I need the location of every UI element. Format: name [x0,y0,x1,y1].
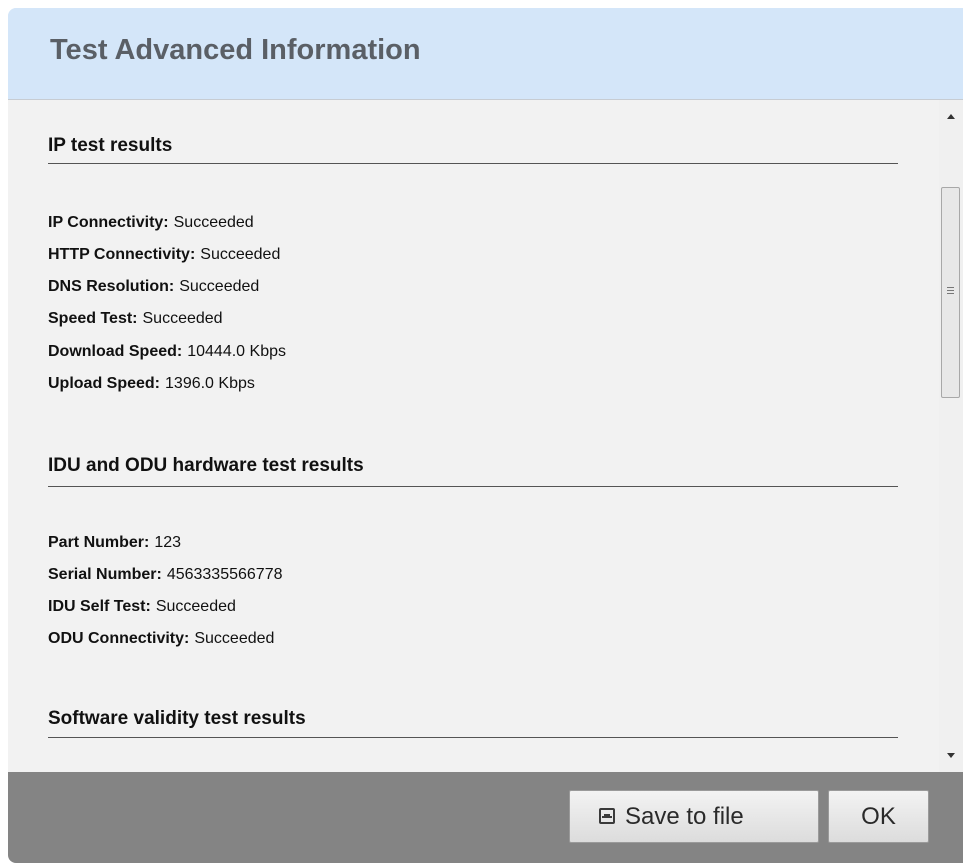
dialog-footer: Save to file OK [8,772,963,863]
ok-button[interactable]: OK [828,790,929,843]
result-row-part-number: Part Number: 123 [48,534,181,552]
result-value: 1396.0 Kbps [165,375,255,392]
result-label: Serial Number: [48,566,162,583]
result-row-dns-resolution: DNS Resolution: Succeeded [48,278,259,296]
result-row-upload-speed: Upload Speed: 1396.0 Kbps [48,375,255,393]
result-row-download-speed: Download Speed: 10444.0 Kbps [48,343,286,361]
section-divider [48,737,898,738]
section-title-software: Software validity test results [48,708,306,729]
result-label: DNS Resolution: [48,278,175,295]
dialog-content: IP test results IP Connectivity: Succeede… [8,100,963,772]
result-value: Succeeded [200,246,281,263]
result-row-idu-self-test: IDU Self Test: Succeeded [48,598,236,616]
software-section-header: Software validity test results [48,708,898,730]
hardware-section-header: IDU and ODU hardware test results [48,455,898,477]
ip-section-header: IP test results [48,135,898,157]
section-title-hardware: IDU and ODU hardware test results [48,455,364,476]
result-value: 10444.0 Kbps [187,343,286,360]
result-row-ip-connectivity: IP Connectivity: Succeeded [48,214,254,232]
save-icon [599,808,615,824]
result-value: Succeeded [155,598,236,615]
grip-line [947,290,954,291]
result-label: IDU Self Test: [48,598,151,615]
result-value: Succeeded [194,630,275,647]
save-to-file-button[interactable]: Save to file [569,790,819,843]
dialog-header: Test Advanced Information [8,8,963,100]
scrollbar-thumb[interactable] [941,187,960,398]
section-divider [48,163,898,164]
result-row-odu-connectivity: ODU Connectivity: Succeeded [48,630,274,648]
scroll-up-arrow-icon[interactable] [947,114,955,119]
result-value: Succeeded [173,214,254,231]
result-value: 4563335566778 [166,566,283,583]
save-button-label: Save to file [625,803,744,830]
result-label: Speed Test: [48,310,138,327]
result-value: Succeeded [179,278,260,295]
section-divider [48,486,898,487]
result-row-http-connectivity: HTTP Connectivity: Succeeded [48,246,280,264]
dialog-title: Test Advanced Information [50,34,421,66]
section-title-ip: IP test results [48,135,173,156]
grip-line [947,287,954,288]
result-value: 123 [154,534,182,551]
result-label: Download Speed: [48,343,183,360]
result-label: Part Number: [48,534,150,551]
vertical-scrollbar[interactable] [939,100,963,772]
scroll-down-arrow-icon[interactable] [947,753,955,758]
result-label: Upload Speed: [48,375,161,392]
test-advanced-information-dialog: Test Advanced Information IP test result… [8,8,963,863]
result-row-serial-number: Serial Number: 4563335566778 [48,566,283,584]
result-label: IP Connectivity: [48,214,169,231]
result-label: HTTP Connectivity: [48,246,196,263]
result-label: ODU Connectivity: [48,630,190,647]
result-value: Succeeded [142,310,223,327]
grip-line [947,293,954,294]
result-row-speed-test: Speed Test: Succeeded [48,310,223,328]
